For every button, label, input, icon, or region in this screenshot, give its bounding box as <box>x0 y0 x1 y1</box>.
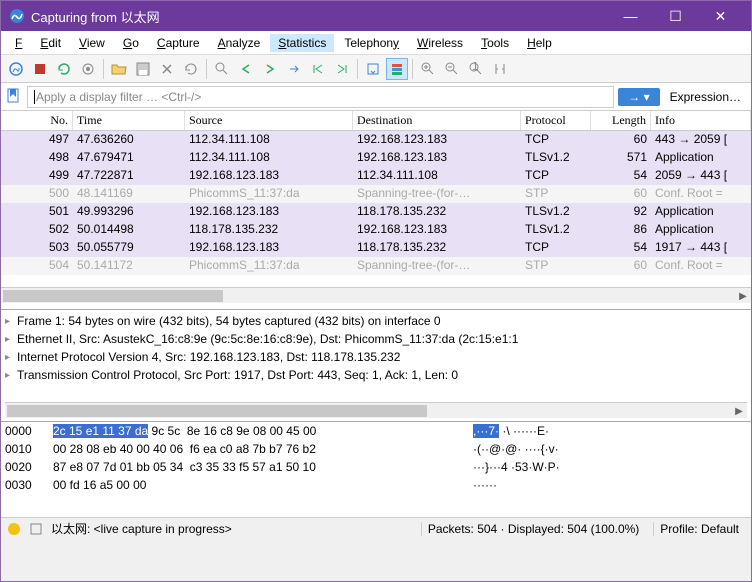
menubar: F Edit View Go Capture Analyze Statistic… <box>1 31 751 55</box>
menu-view[interactable]: View <box>71 34 113 52</box>
start-capture-icon[interactable] <box>5 58 27 80</box>
zoom-in-icon[interactable] <box>417 58 439 80</box>
hex-row[interactable]: 00002c 15 e1 11 37 da 9c 5c 8e 16 c8 9e … <box>5 424 747 442</box>
close-button[interactable]: ✕ <box>698 1 743 31</box>
packet-list-header: No. Time Source Destination Protocol Len… <box>1 111 751 131</box>
autoscroll-icon[interactable] <box>362 58 384 80</box>
window-title: Capturing from 以太网 <box>31 7 608 26</box>
status-profile[interactable]: Profile: Default <box>653 522 745 536</box>
details-hscroll[interactable]: ◀▶ <box>5 402 747 418</box>
col-proto[interactable]: Protocol <box>521 111 591 130</box>
minimize-button[interactable]: — <box>608 1 653 31</box>
menu-tools[interactable]: Tools <box>473 34 517 52</box>
last-icon[interactable] <box>331 58 353 80</box>
menu-capture[interactable]: Capture <box>149 34 208 52</box>
titlebar: Capturing from 以太网 — ☐ ✕ <box>1 1 751 31</box>
filterbar: Apply a display filter … <Ctrl-/> → ▾ Ex… <box>1 83 751 111</box>
bookmark-icon[interactable] <box>5 88 23 106</box>
hex-row[interactable]: 003000 fd 16 a5 00 00······ <box>5 478 747 496</box>
expand-icon[interactable]: ▸ <box>5 334 17 345</box>
packet-row[interactable]: 49747.636260112.34.111.108192.168.123.18… <box>1 131 751 149</box>
statusbar: 以太网: <live capture in progress> Packets:… <box>1 517 751 539</box>
zoom-reset-icon[interactable]: 1 <box>465 58 487 80</box>
close-file-icon[interactable] <box>156 58 178 80</box>
detail-row[interactable]: ▸Frame 1: 54 bytes on wire (432 bits), 5… <box>5 312 747 330</box>
expand-icon[interactable]: ▸ <box>5 370 17 381</box>
col-len[interactable]: Length <box>591 111 651 130</box>
packet-details[interactable]: ▸Frame 1: 54 bytes on wire (432 bits), 5… <box>1 309 751 421</box>
col-src[interactable]: Source <box>185 111 353 130</box>
packet-list-hscroll[interactable]: ◀▶ <box>1 287 751 303</box>
next-icon[interactable] <box>259 58 281 80</box>
expression-button[interactable]: Expression… <box>664 88 747 106</box>
capture-file-icon[interactable] <box>29 522 43 536</box>
detail-row[interactable]: ▸Ethernet II, Src: AsustekC_16:c8:9e (9c… <box>5 330 747 348</box>
goto-icon[interactable] <box>283 58 305 80</box>
menu-statistics[interactable]: Statistics <box>270 34 334 52</box>
expand-icon[interactable]: ▸ <box>5 352 17 363</box>
packet-row[interactable]: 49947.722871192.168.123.183112.34.111.10… <box>1 167 751 185</box>
colorize-icon[interactable] <box>386 58 408 80</box>
status-interface: 以太网: <live capture in progress> <box>51 520 232 537</box>
menu-help[interactable]: Help <box>519 34 560 52</box>
detail-row[interactable]: ▸Internet Protocol Version 4, Src: 192.1… <box>5 348 747 366</box>
first-icon[interactable] <box>307 58 329 80</box>
toolbar: 1 <box>1 55 751 83</box>
find-icon[interactable] <box>211 58 233 80</box>
packet-row[interactable]: 50350.055779192.168.123.183118.178.135.2… <box>1 239 751 257</box>
menu-edit[interactable]: Edit <box>32 34 69 52</box>
open-icon[interactable] <box>108 58 130 80</box>
save-icon[interactable] <box>132 58 154 80</box>
display-filter-input[interactable]: Apply a display filter … <Ctrl-/> <box>27 86 614 108</box>
menu-go[interactable]: Go <box>115 34 147 52</box>
detail-row[interactable]: ▸Transmission Control Protocol, Src Port… <box>5 366 747 384</box>
expert-icon[interactable] <box>7 522 21 536</box>
col-info[interactable]: Info <box>651 111 751 130</box>
menu-file[interactable]: F <box>7 34 30 52</box>
packet-row[interactable]: 50149.993296192.168.123.183118.178.135.2… <box>1 203 751 221</box>
menu-analyze[interactable]: Analyze <box>210 34 269 52</box>
packet-list[interactable]: No. Time Source Destination Protocol Len… <box>1 111 751 309</box>
prev-icon[interactable] <box>235 58 257 80</box>
hex-row[interactable]: 001000 28 08 eb 40 00 40 06 f6 ea c0 a8 … <box>5 442 747 460</box>
packet-row[interactable]: 50048.141169PhicommS_11:37:daSpanning-tr… <box>1 185 751 203</box>
wireshark-icon <box>9 8 25 24</box>
expand-icon[interactable]: ▸ <box>5 316 17 327</box>
zoom-out-icon[interactable] <box>441 58 463 80</box>
packet-row[interactable]: 49847.679471112.34.111.108192.168.123.18… <box>1 149 751 167</box>
col-time[interactable]: Time <box>73 111 185 130</box>
packet-row[interactable]: 50250.014498118.178.135.232192.168.123.1… <box>1 221 751 239</box>
reload-icon[interactable] <box>180 58 202 80</box>
stop-capture-icon[interactable] <box>29 58 51 80</box>
restart-capture-icon[interactable] <box>53 58 75 80</box>
menu-wireless[interactable]: Wireless <box>409 34 471 52</box>
menu-telephony[interactable]: Telephony <box>336 34 407 52</box>
resize-columns-icon[interactable] <box>489 58 511 80</box>
packet-bytes[interactable]: 00002c 15 e1 11 37 da 9c 5c 8e 16 c8 9e … <box>1 421 751 517</box>
hex-row[interactable]: 002087 e8 07 7d 01 bb 05 34 c3 35 33 f5 … <box>5 460 747 478</box>
capture-options-icon[interactable] <box>77 58 99 80</box>
col-no[interactable]: No. <box>1 111 73 130</box>
col-dst[interactable]: Destination <box>353 111 521 130</box>
apply-filter-button[interactable]: → ▾ <box>618 88 659 106</box>
packet-row[interactable]: 50450.141172PhicommS_11:37:daSpanning-tr… <box>1 257 751 275</box>
status-packets: Packets: 504 · Displayed: 504 (100.0%) <box>421 522 645 536</box>
maximize-button[interactable]: ☐ <box>653 1 698 31</box>
svg-text:1: 1 <box>472 62 479 73</box>
